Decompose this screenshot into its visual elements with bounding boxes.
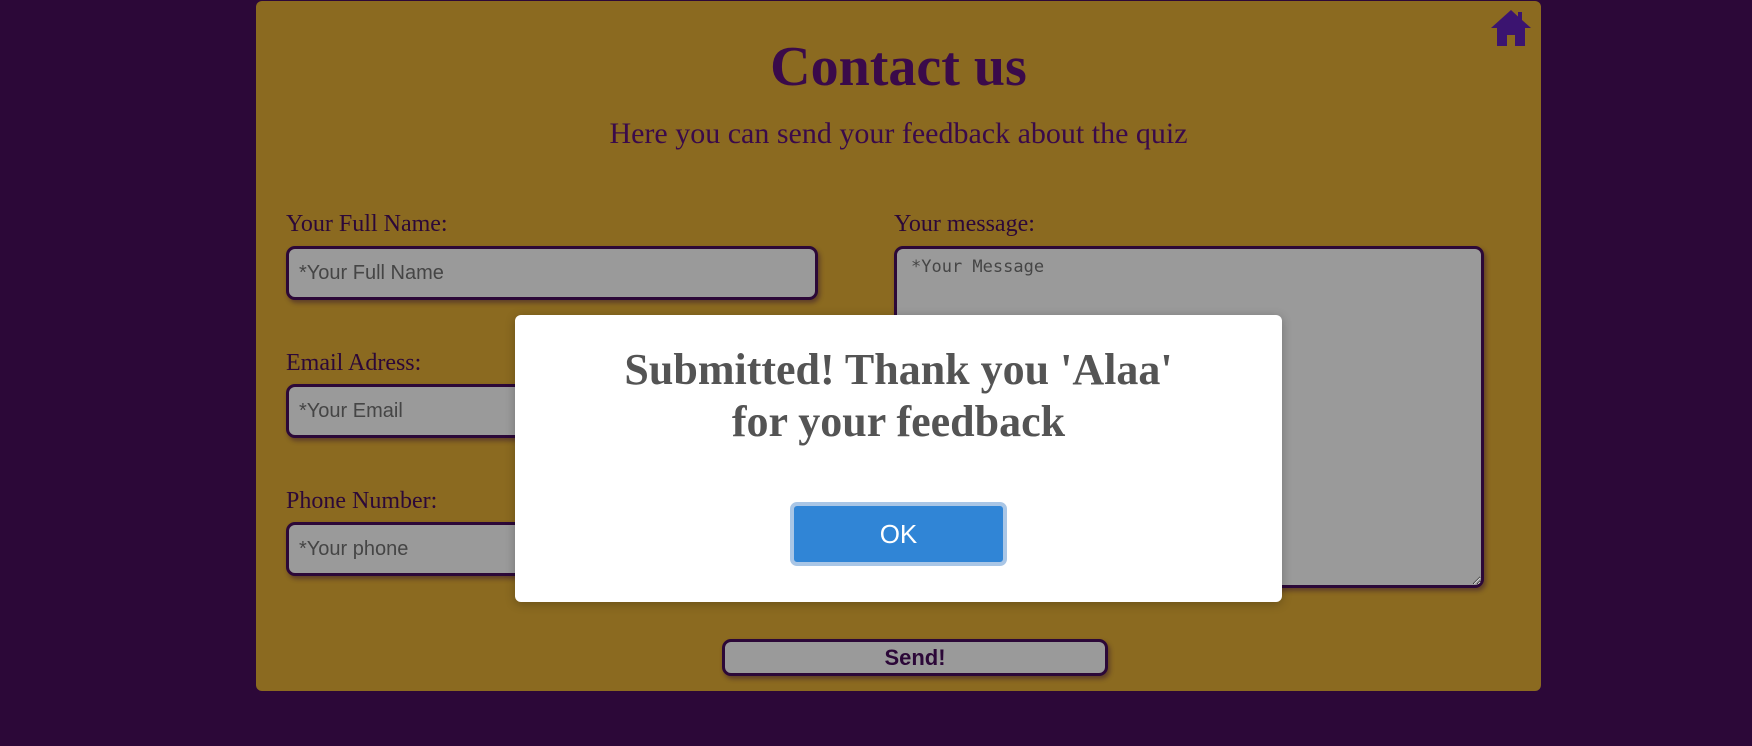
submitted-dialog: Submitted! Thank you 'Alaa' for your fee… xyxy=(515,315,1282,602)
message-label: Your message: xyxy=(894,211,1035,237)
ok-button[interactable]: OK xyxy=(790,502,1007,566)
dialog-message-line-1: Submitted! Thank you 'Alaa' xyxy=(624,345,1173,394)
full-name-input[interactable] xyxy=(286,246,818,300)
phone-label: Phone Number: xyxy=(286,488,438,514)
dialog-message-line-2: for your feedback xyxy=(731,397,1066,446)
page-subtitle: Here you can send your feedback about th… xyxy=(609,117,1188,150)
send-button[interactable]: Send! xyxy=(722,639,1108,676)
email-label: Email Adress: xyxy=(286,350,422,376)
dialog-message: Submitted! Thank you 'Alaa' for your fee… xyxy=(515,344,1282,448)
page-title: Contact us xyxy=(770,36,1027,98)
full-name-label: Your Full Name: xyxy=(286,211,448,237)
